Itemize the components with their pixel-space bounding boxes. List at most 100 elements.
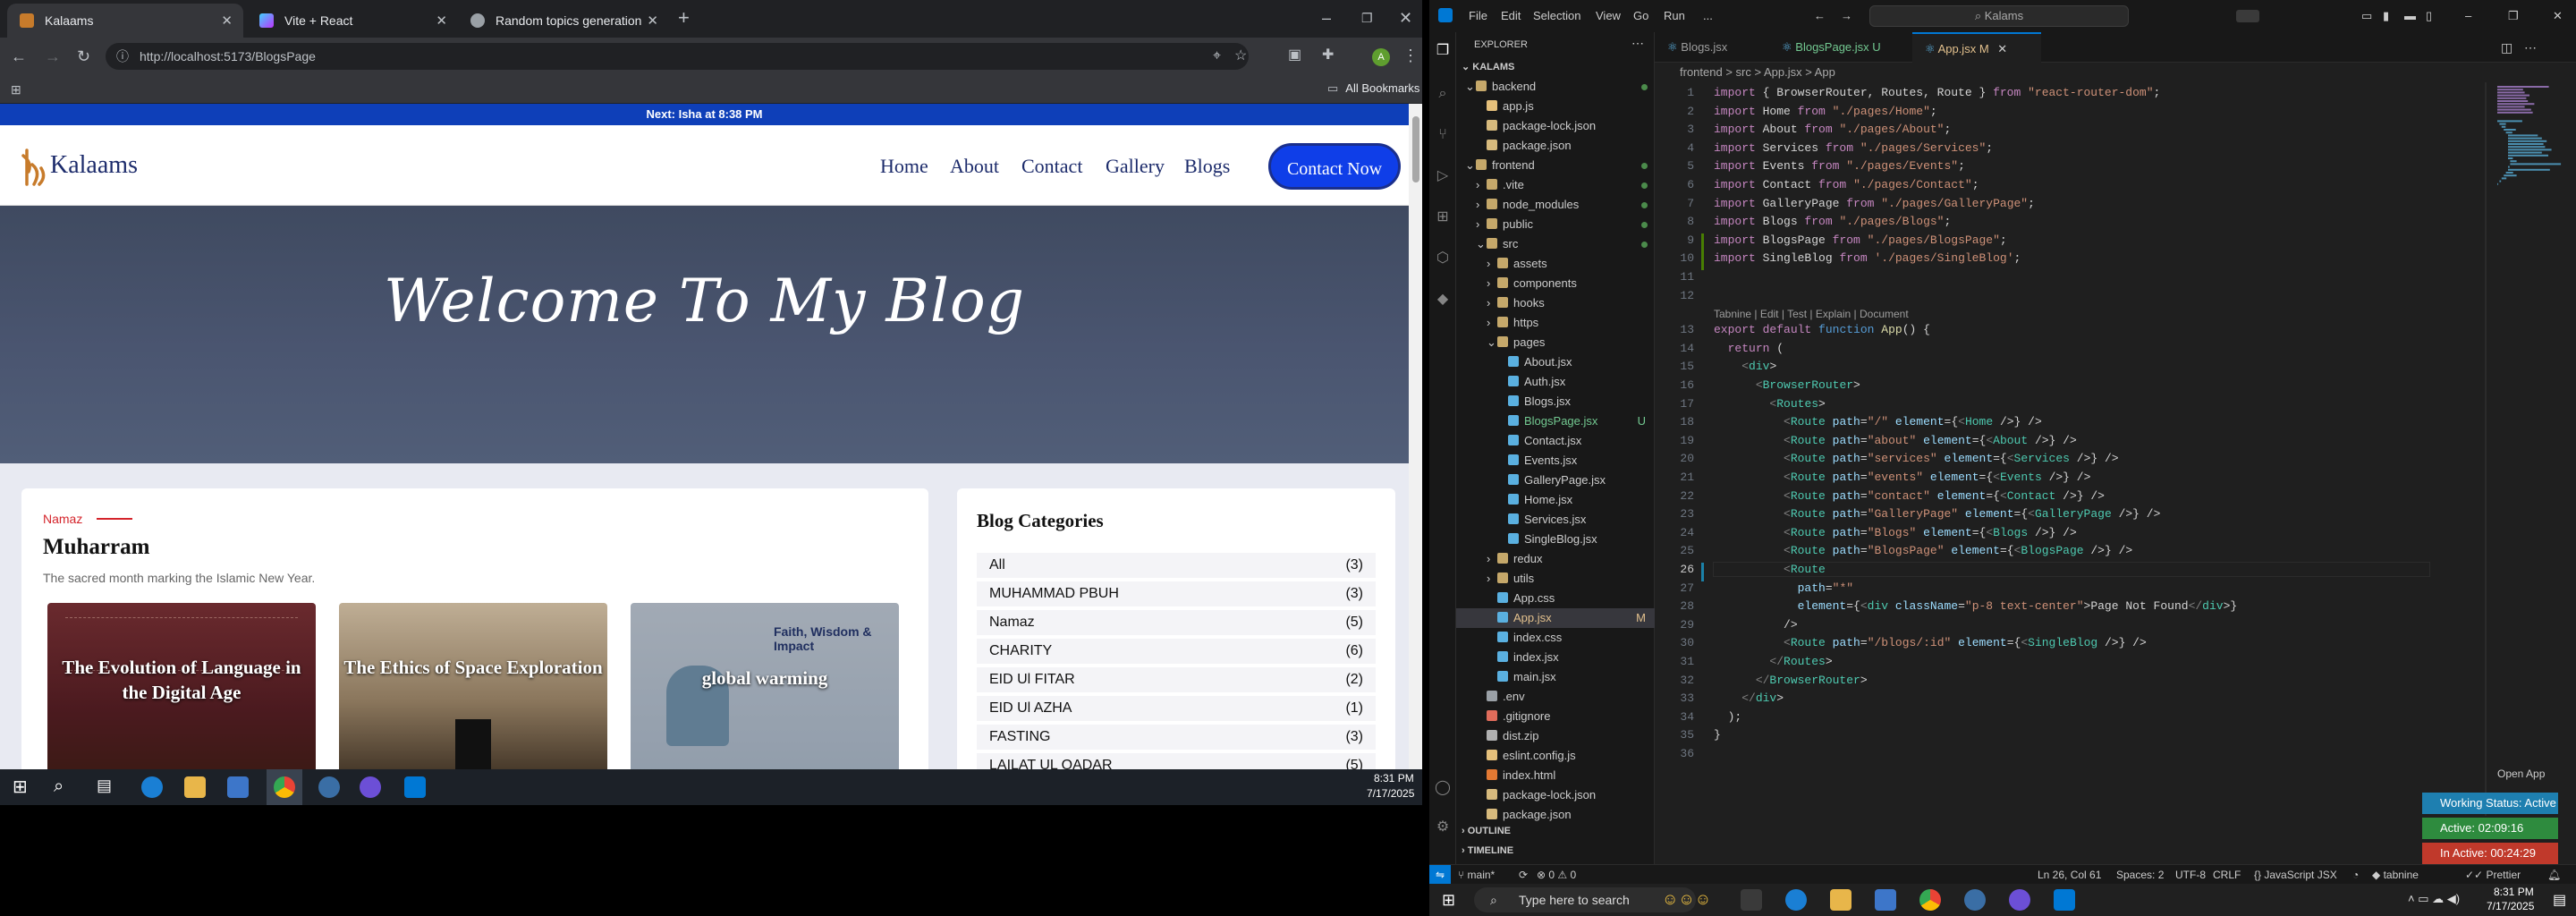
category-item[interactable]: CHARITY (6) xyxy=(977,639,1376,664)
tree-folder[interactable]: › assets xyxy=(1456,254,1655,274)
tree-folder[interactable]: › public xyxy=(1456,215,1655,234)
menu-selection[interactable]: Selection xyxy=(1533,9,1580,22)
tree-file[interactable]: package-lock.json xyxy=(1456,116,1655,136)
file-explorer-icon[interactable] xyxy=(1830,889,1852,911)
chrome-icon[interactable] xyxy=(1919,889,1941,911)
tree-file[interactable]: eslint.config.js xyxy=(1456,746,1655,766)
code-line[interactable]: import Home from "./pages/Home"; xyxy=(1714,105,1937,118)
code-line[interactable]: import { BrowserRouter, Routes, Route } … xyxy=(1714,86,2160,99)
github-desktop-icon[interactable] xyxy=(2009,889,2030,911)
forward-icon[interactable]: → xyxy=(45,47,61,65)
code-line[interactable]: path="*" xyxy=(1714,581,1853,595)
task-view-icon[interactable] xyxy=(1741,889,1762,911)
post-category-label[interactable]: Namaz xyxy=(43,512,133,526)
menu-go[interactable]: Go xyxy=(1633,9,1648,22)
tree-folder[interactable]: › components xyxy=(1456,274,1655,293)
code-line[interactable]: <Route path="services" element={<Service… xyxy=(1714,452,2119,465)
menu-edit[interactable]: Edit xyxy=(1501,9,1521,22)
menu-more[interactable]: ... xyxy=(1703,9,1713,22)
command-center-search[interactable]: ⌕ Kalams xyxy=(1869,5,2129,27)
tree-folder[interactable]: ⌄ src xyxy=(1456,234,1655,254)
editor-tab-app[interactable]: ⚛ App.jsx M ✕ xyxy=(1912,32,2041,63)
notifications-bell-icon[interactable]: 🔔︎ xyxy=(2547,865,2561,885)
code-line[interactable]: <div> xyxy=(1714,360,1776,373)
code-line[interactable]: return ( xyxy=(1714,342,1784,355)
search-icon[interactable]: ⌕ xyxy=(1435,86,1451,102)
close-tab-icon[interactable]: ✕ xyxy=(647,13,658,29)
account-icon[interactable]: ◯ xyxy=(1435,780,1451,796)
code-line[interactable]: export default function App() { xyxy=(1714,323,1930,336)
tabnine-icon[interactable]: ◆ xyxy=(1435,292,1451,308)
close-tab-icon[interactable]: ✕ xyxy=(436,13,447,29)
menu-kebab-icon[interactable]: ⋮ xyxy=(1402,47,1419,64)
code-line[interactable]: <Routes> xyxy=(1714,397,1825,411)
file-explorer-icon[interactable] xyxy=(184,776,206,798)
tree-file[interactable]: Events.jsx xyxy=(1456,451,1655,471)
outline-section[interactable]: › OUTLINE xyxy=(1462,821,1511,841)
code-line[interactable]: } xyxy=(1714,728,1721,742)
vscode-icon[interactable] xyxy=(2054,889,2075,911)
page-scrollbar[interactable] xyxy=(1409,104,1422,769)
tree-file[interactable]: index.html xyxy=(1456,766,1655,785)
maximize-icon[interactable]: ❐ xyxy=(1361,9,1373,27)
editor-tab-blogs[interactable]: ⚛ Blogs.jsx xyxy=(1655,32,1769,63)
edge-icon[interactable] xyxy=(1785,889,1807,911)
code-line[interactable]: <Route path="contact" element={<Contact … xyxy=(1714,489,2105,503)
profile-avatar[interactable]: A xyxy=(1372,48,1390,66)
tree-folder[interactable]: › node_modules xyxy=(1456,195,1655,215)
windows-start-icon[interactable]: ⊞ xyxy=(1442,891,1455,910)
browser-tab-vite[interactable]: Vite + React ✕ xyxy=(247,4,458,38)
minimize-icon[interactable]: – xyxy=(2465,9,2471,22)
page-scrollbar-thumb[interactable] xyxy=(1412,116,1419,182)
problems-indicator[interactable]: ⊗ 0 ⚠ 0 xyxy=(1537,865,1576,885)
prettier-status[interactable]: ✓✓ Prettier xyxy=(2465,865,2521,885)
maximize-icon[interactable]: ❐ xyxy=(2508,9,2519,23)
copilot-status-icon[interactable]: ◔ xyxy=(2352,865,2359,885)
sidebar-toggle-icon[interactable]: ▮ xyxy=(2383,9,2389,23)
apps-grid-icon[interactable]: ⊞ xyxy=(11,81,21,98)
settings-gear-icon[interactable]: ⚙ xyxy=(1435,819,1451,835)
source-control-icon[interactable]: ⑂ xyxy=(1435,127,1451,143)
tree-file[interactable]: Blogs.jsx xyxy=(1456,392,1655,411)
code-line[interactable]: element={<div className="p-8 text-center… xyxy=(1714,599,2238,613)
new-tab-icon[interactable]: + xyxy=(678,8,690,28)
tree-folder[interactable]: › redux xyxy=(1456,549,1655,569)
remote-indicator-icon[interactable]: ⇋ xyxy=(1429,865,1451,885)
nav-contact-link[interactable]: Contact xyxy=(1021,155,1082,178)
windows-start-icon[interactable]: ⊞ xyxy=(13,778,28,796)
category-item[interactable]: MUHAMMAD PBUH (3) xyxy=(977,581,1376,606)
layout-toggle-icon[interactable]: ▭ xyxy=(2361,9,2372,23)
tree-file[interactable]: About.jsx xyxy=(1456,352,1655,372)
close-window-icon[interactable]: ✕ xyxy=(1399,9,1412,27)
category-item[interactable]: FASTING (3) xyxy=(977,725,1376,750)
tree-file[interactable]: main.jsx xyxy=(1456,667,1655,687)
back-icon[interactable]: ← xyxy=(11,47,27,65)
tree-file[interactable]: app.js xyxy=(1456,97,1655,116)
edge-icon[interactable] xyxy=(141,776,163,798)
tree-file[interactable]: .env xyxy=(1456,687,1655,707)
open-app-label[interactable]: Open App xyxy=(2497,768,2545,780)
panel-toggle-icon[interactable]: ▬ xyxy=(2404,9,2416,22)
close-window-icon[interactable]: ✕ xyxy=(2553,9,2563,23)
store-icon[interactable] xyxy=(1875,889,1896,911)
vscode-icon[interactable] xyxy=(404,776,426,798)
tree-file[interactable]: BlogsPage.jsx U xyxy=(1456,411,1655,431)
category-item[interactable]: LAILAT UL QADAR (5) xyxy=(977,753,1376,769)
minimize-icon[interactable]: – xyxy=(1322,9,1331,27)
nav-back-icon[interactable]: ← xyxy=(1814,9,1826,22)
github-desktop-icon[interactable] xyxy=(360,776,381,798)
tree-folder[interactable]: › .vite xyxy=(1456,175,1655,195)
line-ending[interactable]: CRLF xyxy=(2213,865,2241,885)
tree-file[interactable]: GalleryPage.jsx xyxy=(1456,471,1655,490)
tree-file[interactable]: Auth.jsx xyxy=(1456,372,1655,392)
git-branch[interactable]: ⑂ main* xyxy=(1458,865,1495,885)
nav-home-link[interactable]: Home xyxy=(880,155,928,178)
copilot-icon[interactable] xyxy=(2236,10,2259,22)
contact-now-button[interactable]: Contact Now xyxy=(1268,143,1401,190)
menu-run[interactable]: Run xyxy=(1664,9,1685,22)
code-line[interactable]: <Route path="about" element={<About />} … xyxy=(1714,434,2077,447)
task-view-icon[interactable]: ▤ xyxy=(97,776,112,795)
workspace-header[interactable]: ⌄ KALAMS xyxy=(1462,61,1514,72)
location-icon[interactable]: ⌖ xyxy=(1213,47,1221,65)
url-bar[interactable]: ⓘ http://localhost:5173/BlogsPage ⌖ ☆ xyxy=(106,43,1249,70)
